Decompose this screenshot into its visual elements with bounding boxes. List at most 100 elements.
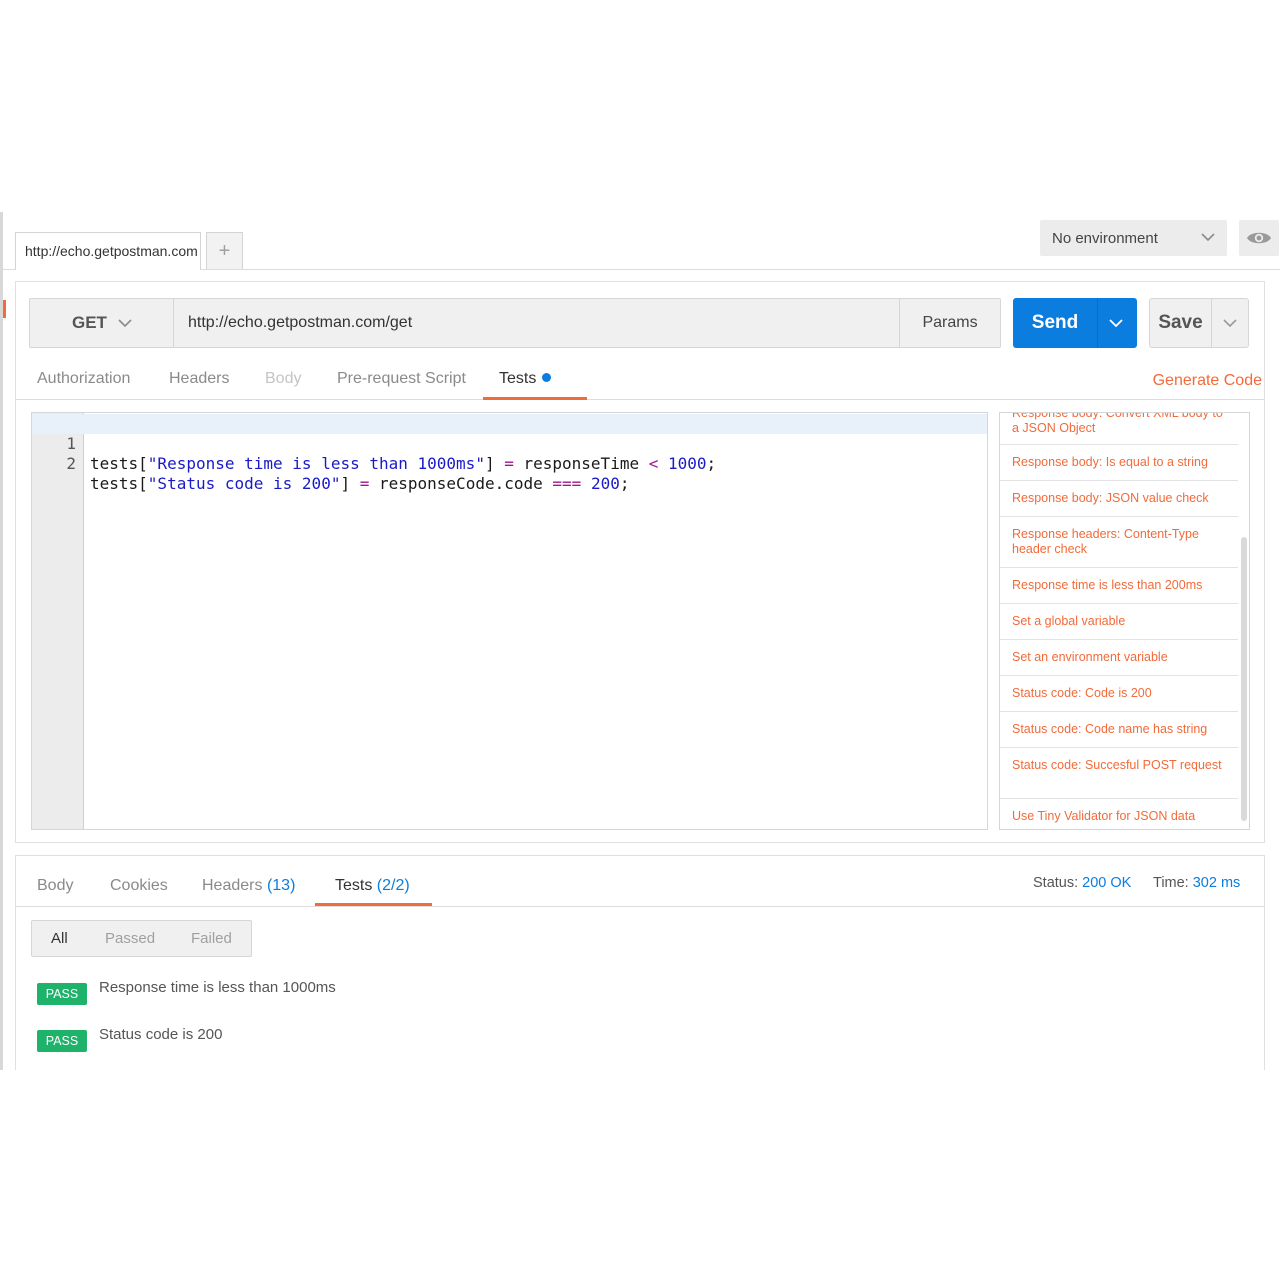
request-section-tabs: Authorization Headers Body Pre-request S… <box>16 360 1264 400</box>
test-results-filter: All Passed Failed <box>31 920 252 957</box>
line-number: 2 <box>66 454 76 473</box>
code-token: ] <box>340 474 360 493</box>
active-tab-indicator <box>483 397 587 400</box>
code-token: tests[ <box>90 474 148 493</box>
code-operator: = <box>359 474 370 493</box>
response-tab-tests-label: Tests <box>335 877 373 894</box>
postman-window: http://echo.getpostman.com + No environm… <box>0 212 1280 1070</box>
snippet-label: Status code: Code is 200 <box>1012 686 1152 700</box>
chevron-down-icon[interactable] <box>1223 317 1237 329</box>
method-select[interactable]: GET <box>30 299 174 347</box>
snippet-item[interactable]: Set a global variable <box>1000 604 1238 640</box>
pass-badge: PASS <box>37 983 87 1005</box>
request-builder: GET Params Send Save Authorization <box>15 281 1265 843</box>
request-tab-label: http://echo.getpostman.com <box>25 243 198 259</box>
headers-count: (13) <box>266 877 296 894</box>
params-button[interactable]: Params <box>899 299 1000 347</box>
test-result-name: Status code is 200 <box>99 1026 223 1043</box>
response-tab-tests[interactable]: Tests (2/2) <box>335 877 410 895</box>
method-label: GET <box>72 313 107 332</box>
snippets-panel: Response body: Convert XML body to a JSO… <box>999 412 1250 830</box>
status-label: Status: <box>1033 875 1079 891</box>
snippet-item[interactable]: Response body: Is equal to a string <box>1000 445 1238 481</box>
filter-failed-button[interactable]: Failed <box>191 921 232 956</box>
snippets-scrollbar[interactable] <box>1241 537 1247 821</box>
snippet-item[interactable]: Use Tiny Validator for JSON data <box>1000 799 1238 829</box>
snippet-label: Status code: Succesful POST request <box>1012 758 1222 772</box>
snippet-label: Response headers: Content-Type header ch… <box>1012 527 1199 556</box>
time-value: 302 ms <box>1192 875 1241 891</box>
code-operator: === <box>552 474 582 493</box>
code-string: "Response time is less than 1000ms" <box>147 454 485 473</box>
snippet-item[interactable]: Status code: Code is 200 <box>1000 676 1238 712</box>
snippet-item[interactable]: Status code: Code name has string <box>1000 712 1238 748</box>
active-response-tab-indicator <box>315 903 432 906</box>
snippet-item[interactable]: Response time is less than 200ms <box>1000 568 1238 604</box>
code-text: tests["Status code is 200"] = responseCo… <box>90 474 629 494</box>
snippet-label: Response body: JSON value check <box>1012 491 1209 505</box>
code-text: tests["Response time is less than 1000ms… <box>90 454 716 474</box>
send-button[interactable]: Send <box>1013 298 1137 348</box>
response-tab-headers[interactable]: Headers (13) <box>202 877 295 895</box>
save-button-label: Save <box>1150 299 1212 347</box>
chevron-down-icon <box>118 319 132 328</box>
environment-select[interactable]: No environment <box>1040 220 1227 256</box>
tab-pre-request-script[interactable]: Pre-request Script <box>337 370 466 388</box>
snippet-item[interactable]: Response body: Convert XML body to a JSO… <box>1000 412 1238 445</box>
tests-code-editor[interactable]: 1 tests["Response time is less than 1000… <box>31 412 988 830</box>
code-string: "Status code is 200" <box>147 474 341 493</box>
response-tab-body[interactable]: Body <box>37 877 73 895</box>
snippet-label: Response body: Is equal to a string <box>1012 455 1208 469</box>
chevron-down-icon[interactable] <box>1109 317 1123 329</box>
snippet-label: Set a global variable <box>1012 614 1126 628</box>
snippet-label: Set an environment variable <box>1012 650 1168 664</box>
response-status: Status: 200 OK <box>1033 875 1131 891</box>
tab-tests-label: Tests <box>499 370 537 387</box>
params-button-label: Params <box>922 314 978 331</box>
tab-tests[interactable]: Tests <box>499 370 552 388</box>
sidebar-edge-marker <box>3 300 6 318</box>
snippet-item[interactable]: Response headers: Content-Type header ch… <box>1000 517 1238 568</box>
status-value: 200 OK <box>1082 875 1132 891</box>
response-panel: Body Cookies Headers (13) Tests (2/2) St… <box>15 855 1265 1070</box>
url-bar: GET Params <box>29 298 1001 348</box>
url-input[interactable] <box>175 299 899 347</box>
code-token: ] <box>484 454 505 473</box>
modified-dot-icon <box>542 373 552 382</box>
snippet-item[interactable]: Status code: Succesful POST request <box>1000 748 1238 799</box>
response-tabs: Body Cookies Headers (13) Tests (2/2) St… <box>16 856 1264 907</box>
code-token: responseTime <box>513 454 649 473</box>
code-operator: = <box>504 454 514 473</box>
code-line: 2 tests["Status code is 200"] = response… <box>32 434 987 493</box>
tab-body[interactable]: Body <box>265 370 301 388</box>
request-tabs-bar: http://echo.getpostman.com + No environm… <box>3 212 1280 270</box>
snippet-label: Use Tiny Validator for JSON data <box>1012 809 1196 823</box>
snippet-item[interactable]: Set an environment variable <box>1000 640 1238 676</box>
add-tab-button[interactable]: + <box>206 232 243 269</box>
pass-badge: PASS <box>37 1030 87 1052</box>
filter-all-button[interactable]: All <box>51 921 68 956</box>
generate-code-link[interactable]: Generate Code <box>1153 372 1262 390</box>
response-time: Time: 302 ms <box>1153 875 1240 891</box>
code-number: 200 <box>590 474 620 493</box>
code-number: 1000 <box>668 454 707 473</box>
snippet-label: Response body: Convert XML body to a JSO… <box>1012 412 1223 435</box>
response-tab-cookies[interactable]: Cookies <box>110 877 168 895</box>
code-operator: < <box>648 454 659 473</box>
snippet-item[interactable]: Response body: JSON value check <box>1000 481 1238 517</box>
code-token: ; <box>619 474 630 493</box>
code-line: 1 tests["Response time is less than 1000… <box>32 414 987 473</box>
chevron-down-icon <box>1201 233 1215 242</box>
send-button-label: Send <box>1013 298 1098 348</box>
tab-authorization[interactable]: Authorization <box>37 370 130 388</box>
plus-icon: + <box>218 240 231 262</box>
tab-headers[interactable]: Headers <box>169 370 229 388</box>
filter-passed-button[interactable]: Passed <box>105 921 155 956</box>
save-button[interactable]: Save <box>1149 298 1249 348</box>
eye-icon <box>1247 232 1271 244</box>
request-tab[interactable]: http://echo.getpostman.com <box>15 232 201 270</box>
code-token: responseCode.code <box>369 474 553 493</box>
environment-quick-look-button[interactable] <box>1239 220 1279 256</box>
